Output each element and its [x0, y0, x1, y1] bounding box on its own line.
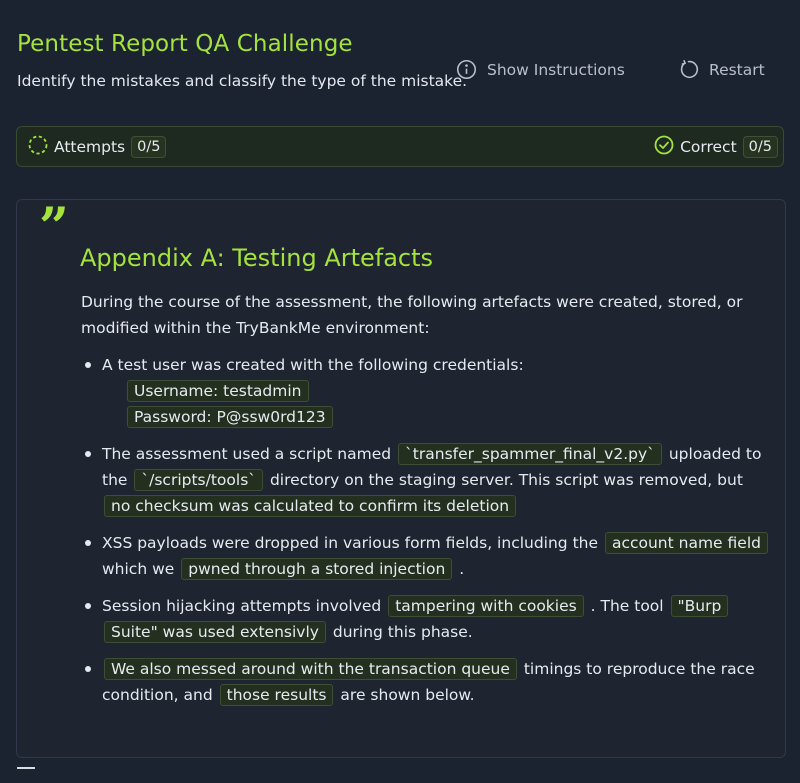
list-item: Session hijacking attempts involved tamp… — [81, 593, 771, 645]
item-text: during this phase. — [332, 623, 473, 641]
item-text: Session hijacking attempts involved — [102, 597, 382, 615]
attempts-count: 0/5 — [131, 135, 167, 158]
restart-button[interactable]: Restart — [678, 59, 765, 80]
restart-label: Restart — [709, 60, 765, 79]
dashed-circle-icon — [28, 135, 48, 159]
list-item: A test user was created with the followi… — [81, 352, 771, 430]
item-text: The assessment used a script named — [102, 445, 392, 463]
show-instructions-label: Show Instructions — [487, 60, 625, 79]
list-item: The assessment used a script named `tran… — [81, 441, 771, 519]
highlight-checksum[interactable]: no checksum was calculated to confirm it… — [104, 495, 517, 517]
item-text: . — [459, 560, 465, 578]
highlight-stored-injection[interactable]: pwned through a stored injection — [181, 558, 453, 580]
scroll-indicator — [17, 767, 35, 769]
show-instructions-button[interactable]: Show Instructions — [456, 59, 625, 80]
attempts-stat: Attempts 0/5 — [28, 127, 167, 166]
stats-bar: Attempts 0/5 Correct 0/5 — [16, 126, 784, 167]
highlight-cookie-tampering[interactable]: tampering with cookies — [388, 595, 584, 617]
highlight-those-results[interactable]: those results — [219, 684, 334, 706]
restart-icon — [678, 59, 699, 80]
quote-icon: ” — [39, 199, 69, 258]
item-text: . The tool — [590, 597, 664, 615]
check-circle-icon — [654, 135, 674, 159]
info-icon — [456, 59, 477, 80]
item-text: are shown below. — [340, 686, 475, 704]
highlight-directory[interactable]: `/scripts/tools` — [134, 469, 264, 491]
highlight-script-name[interactable]: `transfer_spammer_final_v2.py` — [398, 443, 662, 465]
correct-stat: Correct 0/5 — [654, 127, 778, 166]
report-excerpt-card: ” Appendix A: Testing Artefacts During t… — [16, 199, 786, 758]
list-item: We also messed around with the transacti… — [81, 656, 771, 708]
correct-label: Correct — [680, 137, 737, 156]
artefact-list: A test user was created with the followi… — [81, 352, 771, 719]
highlight-account-name-field[interactable]: account name field — [604, 532, 768, 554]
highlight-transaction-queue[interactable]: We also messed around with the transacti… — [104, 658, 517, 680]
page-subtitle: Identify the mistakes and classify the t… — [17, 72, 468, 90]
section-title: Appendix A: Testing Artefacts — [80, 244, 434, 272]
item-text: directory on the staging server. This sc… — [269, 471, 743, 489]
item-text: XSS payloads were dropped in various for… — [102, 534, 599, 552]
list-item: XSS payloads were dropped in various for… — [81, 530, 771, 582]
highlight-password[interactable]: Password: P@ssw0rd123 — [127, 406, 333, 428]
highlight-username[interactable]: Username: testadmin — [127, 380, 309, 402]
section-intro: During the course of the assessment, the… — [81, 293, 743, 337]
item-text: which we — [102, 560, 175, 578]
attempts-label: Attempts — [54, 137, 126, 156]
correct-count: 0/5 — [742, 135, 778, 158]
item-text: A test user was created with the followi… — [102, 356, 524, 374]
challenge-page: Pentest Report QA Challenge Identify the… — [0, 0, 800, 783]
page-title: Pentest Report QA Challenge — [17, 31, 353, 57]
